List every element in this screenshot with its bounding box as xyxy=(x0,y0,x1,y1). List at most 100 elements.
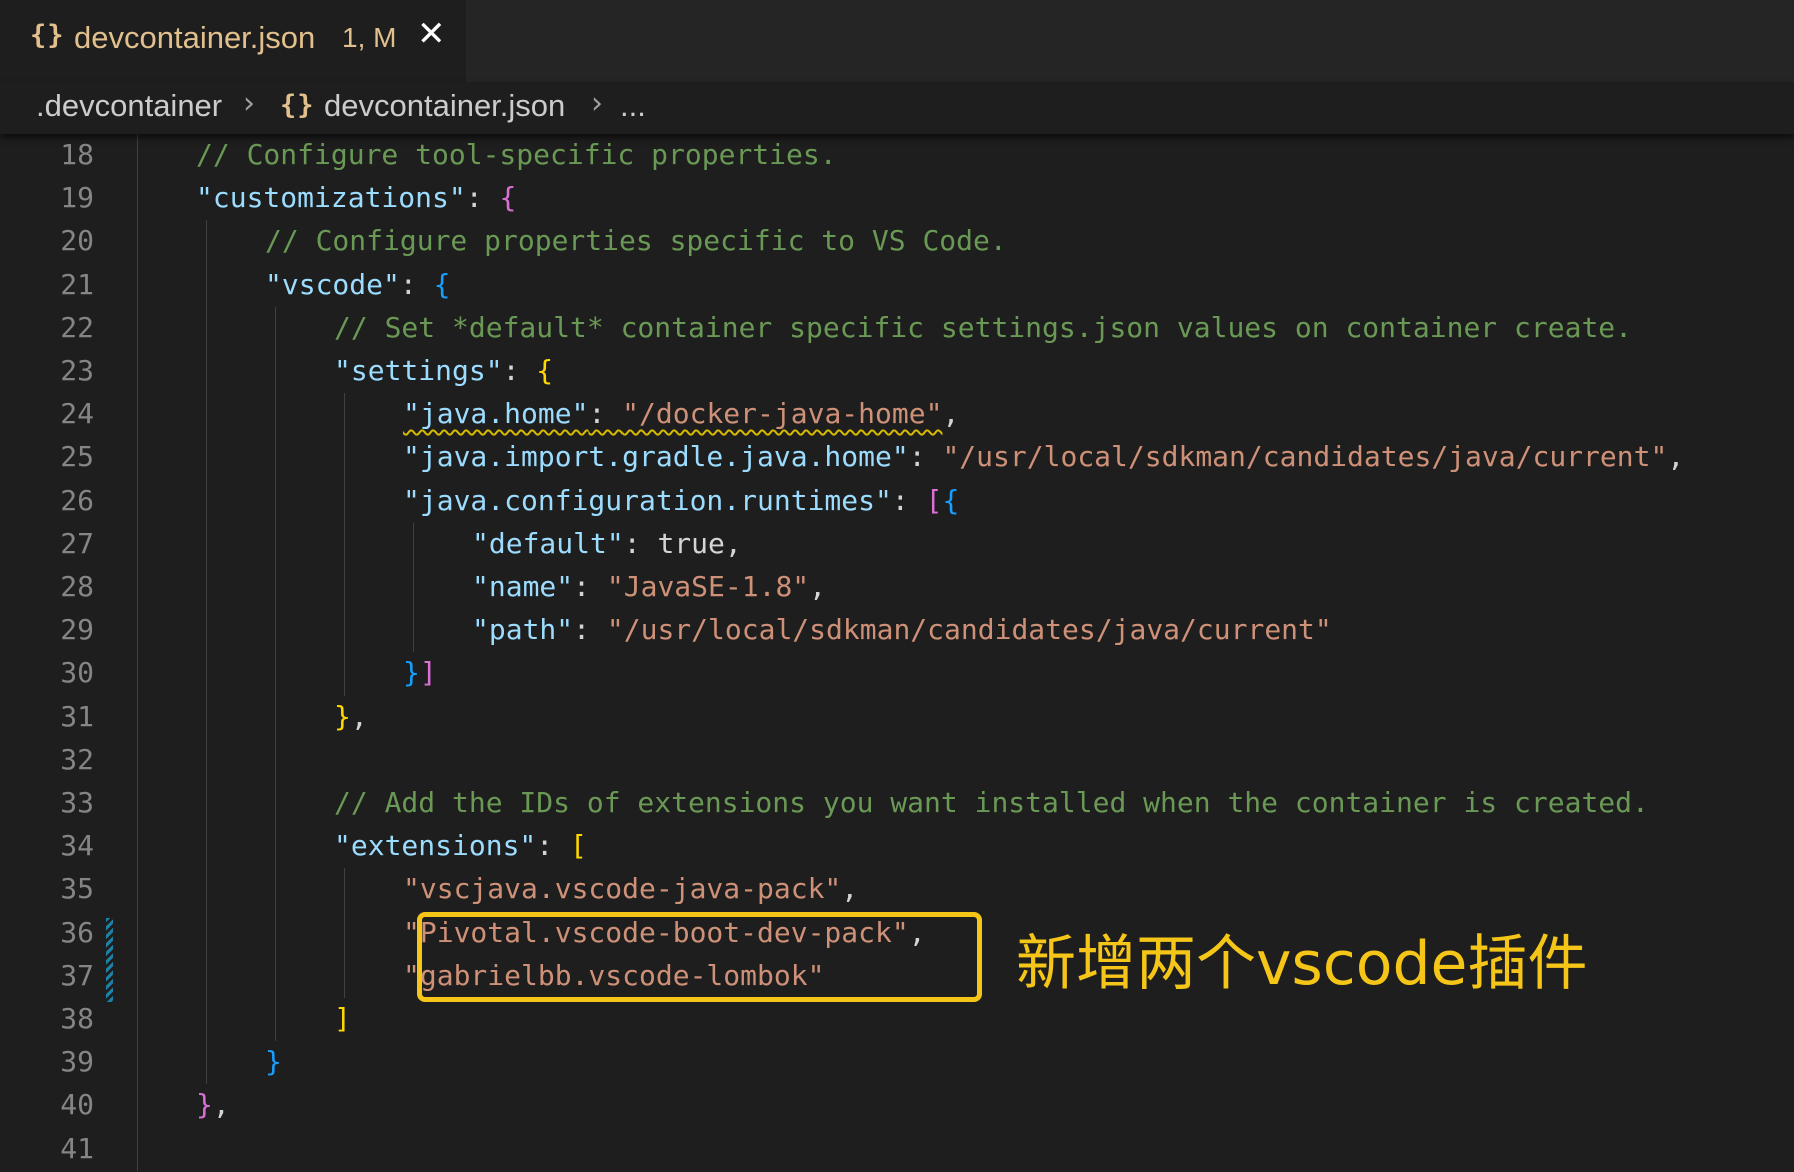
indent-guide xyxy=(206,782,207,826)
code-token: "path" xyxy=(472,613,574,647)
code-line[interactable]: 21 "vscode": { xyxy=(0,264,1794,307)
line-number: 41 xyxy=(60,1131,94,1165)
code-token: , xyxy=(942,397,960,431)
indent-guide xyxy=(344,609,345,653)
code-token: : xyxy=(623,526,658,560)
json-file-icon: {} xyxy=(280,90,315,121)
indent-guide xyxy=(206,479,207,523)
breadcrumb-more[interactable]: ... xyxy=(620,88,646,124)
annotation-text: 新增两个vscode插件 xyxy=(1016,929,1588,999)
code-token: "default" xyxy=(472,526,624,560)
code-line[interactable]: 35 "vscjava.vscode-java-pack", xyxy=(0,868,1794,911)
code-token: { xyxy=(536,354,554,387)
code-line[interactable]: 39} xyxy=(0,1041,1794,1084)
indent-guide xyxy=(413,566,414,610)
code-editor[interactable]: 18 // Configure tool-specific properties.… xyxy=(0,134,1794,1172)
json-file-icon: {} xyxy=(30,20,65,51)
indent-guide xyxy=(137,566,138,610)
code-text: // Configure properties specific to VS C… xyxy=(265,224,1007,257)
code-line[interactable]: 20 // Configure properties specific to VS… xyxy=(0,220,1794,263)
code-line[interactable]: 40}, xyxy=(0,1084,1794,1127)
line-number: 26 xyxy=(60,483,94,517)
breadcrumb-file[interactable]: devcontainer.json xyxy=(324,88,565,124)
code-token: true xyxy=(657,526,725,560)
line-number: 27 xyxy=(60,526,94,560)
code-line[interactable]: 18 // Configure tool-specific properties. xyxy=(0,134,1794,177)
code-line[interactable]: 31}, xyxy=(0,696,1794,739)
code-line[interactable]: 32 xyxy=(0,739,1794,782)
code-line[interactable]: 30}] xyxy=(0,652,1794,695)
code-text: } xyxy=(265,1045,282,1078)
indent-guide xyxy=(275,868,276,912)
code-line[interactable]: 26 "java.configuration.runtimes": [{ xyxy=(0,480,1794,523)
indent-guide xyxy=(206,350,207,394)
indent-guide xyxy=(344,393,345,437)
line-number: 28 xyxy=(60,570,94,603)
indent-guide xyxy=(137,1041,138,1085)
code-token: "/usr/local/sdkman/candidates/java/curre… xyxy=(942,440,1668,474)
line-number: 30 xyxy=(60,656,94,690)
code-text: "path": "/usr/local/sdkman/candidates/ja… xyxy=(472,613,1332,646)
code-token: // Set *default* container specific sett… xyxy=(334,310,1633,344)
indent-guide xyxy=(344,954,345,998)
indent-guide xyxy=(137,652,138,696)
code-token: : xyxy=(908,440,943,474)
code-line[interactable]: 24 "java.home": "/docker-java-home", xyxy=(0,393,1794,436)
code-text: }] xyxy=(403,656,437,689)
line-number: 32 xyxy=(60,742,94,776)
indent-guide xyxy=(344,652,345,696)
code-text: "customizations": { xyxy=(196,181,516,214)
code-text: // Configure tool-specific properties. xyxy=(196,138,837,171)
code-line[interactable]: 27 "default": true, xyxy=(0,523,1794,566)
code-token: // Configure properties specific to VS C… xyxy=(265,224,1007,258)
code-line[interactable]: 41 xyxy=(0,1128,1794,1171)
code-line[interactable]: 19 "customizations": { xyxy=(0,177,1794,220)
indent-guide xyxy=(344,868,345,912)
code-line[interactable]: 29 "path": "/usr/local/sdkman/candidates/… xyxy=(0,609,1794,652)
indent-guide xyxy=(137,220,138,264)
close-icon[interactable]: ✕ xyxy=(417,17,446,51)
code-line[interactable]: 34 "extensions": [ xyxy=(0,825,1794,868)
code-token: , xyxy=(724,526,742,560)
chevron-right-icon: › xyxy=(591,86,603,121)
indent-guide xyxy=(344,436,345,480)
code-token: "settings" xyxy=(334,354,503,387)
code-line[interactable]: 38] xyxy=(0,998,1794,1041)
code-line[interactable]: 28 "name": "JavaSE-1.8", xyxy=(0,566,1794,609)
code-token: , xyxy=(212,1088,230,1122)
code-token: ] xyxy=(419,656,437,690)
line-number: 18 xyxy=(60,138,94,171)
indent-guide xyxy=(137,1084,138,1128)
code-line[interactable]: 33 // Add the IDs of extensions you want … xyxy=(0,782,1794,825)
code-text: "name": "JavaSE-1.8", xyxy=(472,570,826,603)
indent-guide xyxy=(137,522,138,566)
line-number: 23 xyxy=(60,354,94,387)
indent-guide xyxy=(344,522,345,566)
indent-guide xyxy=(275,911,276,955)
indent-guide xyxy=(206,1041,207,1085)
code-token: } xyxy=(334,699,351,733)
indent-guide xyxy=(206,436,207,480)
code-token: } xyxy=(403,656,420,690)
breadcrumb-folder[interactable]: .devcontainer xyxy=(36,88,222,124)
tab-devcontainer-json[interactable]: {} devcontainer.json 1, M ✕ xyxy=(0,0,466,82)
indent-guide xyxy=(344,566,345,610)
indent-guide xyxy=(206,695,207,739)
indent-guide xyxy=(275,609,276,653)
line-number: 40 xyxy=(60,1088,94,1122)
code-token: "extensions" xyxy=(334,829,537,863)
line-number: 33 xyxy=(60,786,94,819)
code-line[interactable]: 25 "java.import.gradle.java.home": "/usr/… xyxy=(0,436,1794,479)
code-token: : xyxy=(891,483,926,517)
code-line[interactable]: 22 // Set *default* container specific se… xyxy=(0,307,1794,350)
code-token: , xyxy=(1667,440,1685,474)
indent-guide xyxy=(137,1127,138,1171)
code-token: "vscode" xyxy=(265,267,400,301)
code-token: : xyxy=(573,570,607,603)
code-token: // Add the IDs of extensions you want in… xyxy=(334,786,1649,819)
indent-guide xyxy=(275,738,276,782)
code-line[interactable]: 23 "settings": { xyxy=(0,350,1794,393)
indent-guide xyxy=(137,306,138,350)
indent-guide xyxy=(137,911,138,955)
indent-guide xyxy=(206,738,207,782)
